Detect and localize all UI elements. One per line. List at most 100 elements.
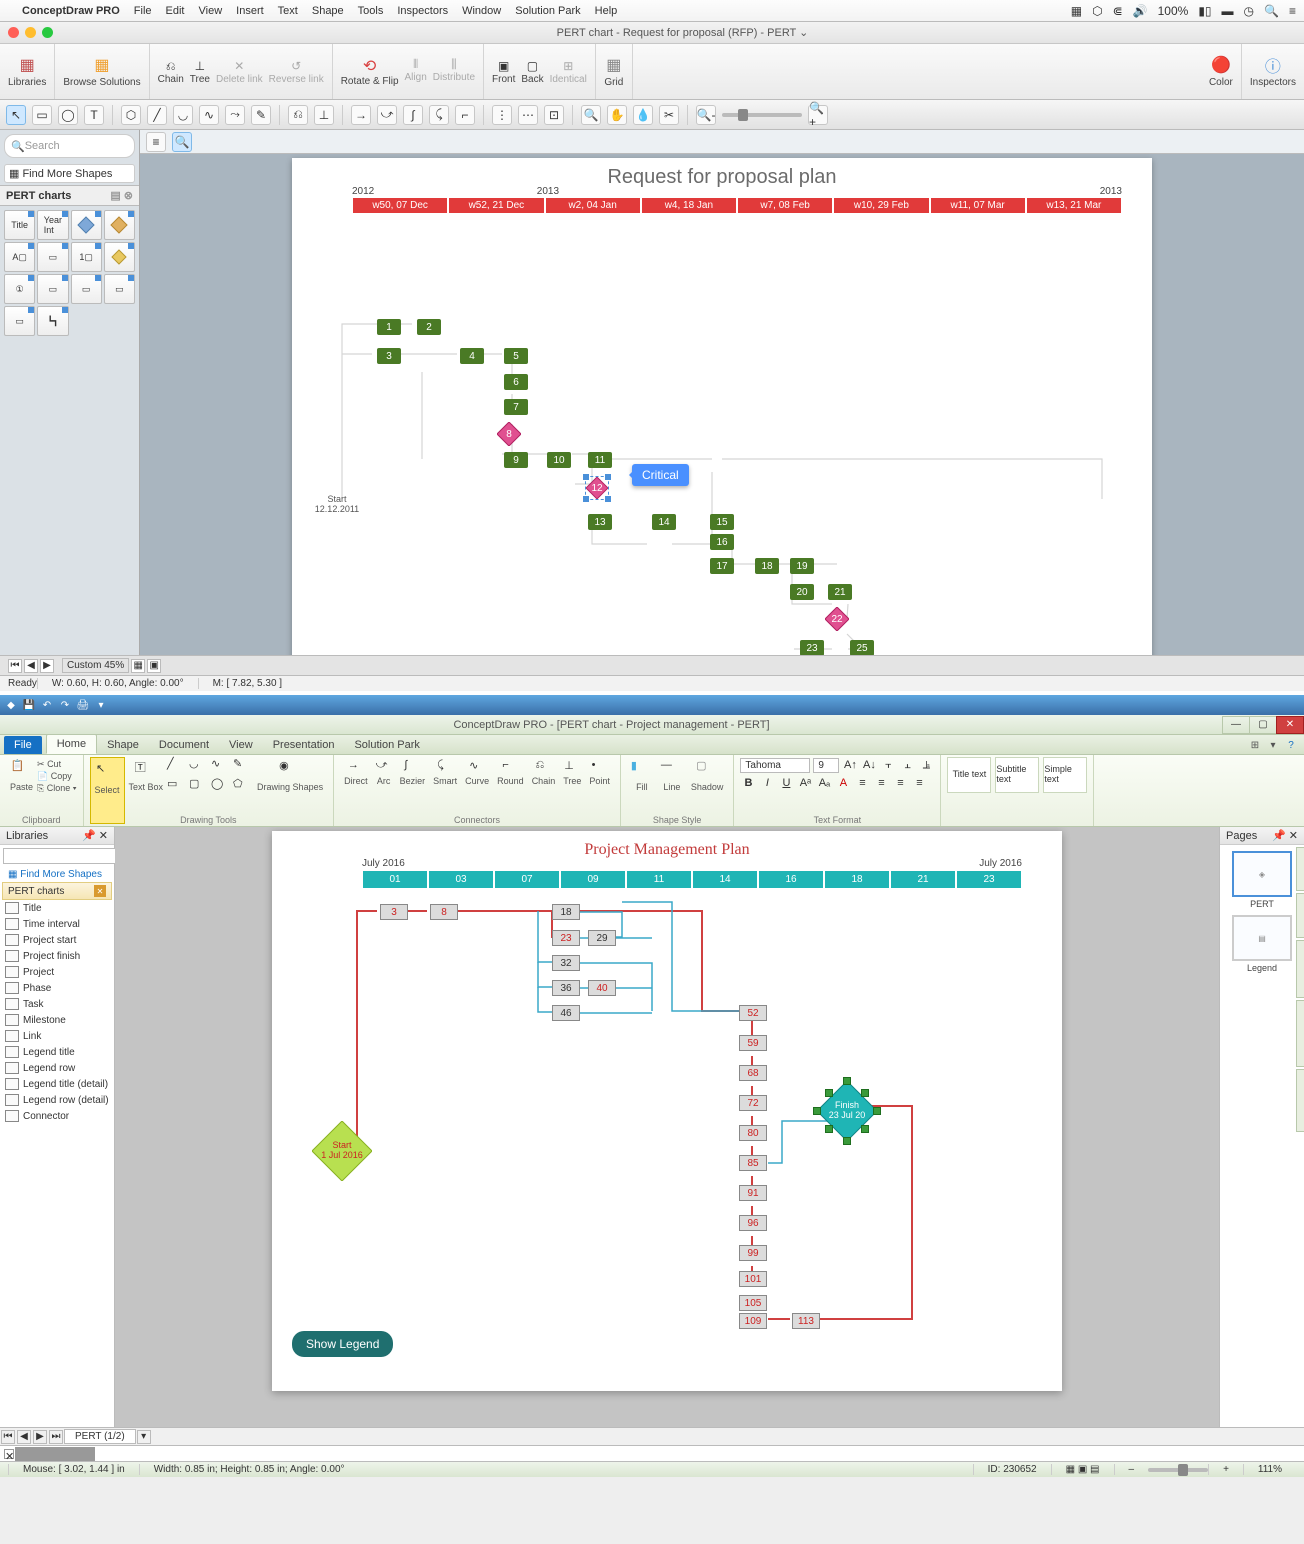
c-chain[interactable]: ⎌: [535, 759, 551, 775]
copy-button[interactable]: 📄 Copy: [37, 771, 77, 782]
side-tab-shape-style[interactable]: Shape Style: [1296, 1000, 1304, 1067]
lib-item[interactable]: Phase: [0, 980, 114, 996]
tab-first[interactable]: ⏮: [1, 1430, 15, 1444]
title-text-btn[interactable]: Title text: [947, 757, 991, 793]
view-list[interactable]: ≡: [146, 132, 166, 152]
page-thumb-pert[interactable]: ◈: [1232, 851, 1292, 897]
node-4[interactable]: 4: [460, 348, 484, 364]
menu-file[interactable]: File: [134, 5, 152, 17]
dropbox-icon[interactable]: ⬡: [1092, 4, 1102, 18]
pm-59[interactable]: 59: [739, 1035, 767, 1051]
spotlight-icon[interactable]: ▦: [1071, 4, 1082, 18]
c-tree[interactable]: ⊥: [564, 759, 580, 775]
pm-36[interactable]: 36: [552, 980, 580, 996]
maximize-button[interactable]: ▢: [1249, 716, 1277, 734]
shape-start[interactable]: [71, 210, 102, 240]
canvas2[interactable]: Project Management Plan July 2016 July 2…: [115, 827, 1219, 1427]
pm-85[interactable]: 85: [739, 1155, 767, 1171]
minimize-button[interactable]: —: [1222, 716, 1250, 734]
conn-direct[interactable]: →: [351, 105, 371, 125]
inspectors-icon[interactable]: ⓘ: [1263, 55, 1283, 75]
pm-101[interactable]: 101: [739, 1271, 767, 1287]
shadow-icon[interactable]: ▢: [696, 759, 718, 781]
zoom-mode[interactable]: Custom 45%: [62, 658, 129, 673]
node-5[interactable]: 5: [504, 348, 528, 364]
pm-109[interactable]: 109: [739, 1313, 767, 1329]
side-tab-behaviour[interactable]: Behaviour: [1296, 940, 1304, 999]
pm-105[interactable]: 105: [739, 1295, 767, 1311]
c-point[interactable]: •: [592, 759, 608, 775]
zoom-in[interactable]: 🔍+: [808, 105, 828, 125]
tree-tool[interactable]: ⊥: [314, 105, 334, 125]
t-poly[interactable]: ⬠: [233, 777, 249, 793]
shape-year[interactable]: YearInt: [37, 210, 68, 240]
menu-tools[interactable]: Tools: [358, 5, 384, 17]
help-icon[interactable]: ?: [1284, 738, 1298, 752]
canvas-area[interactable]: ≡ 🔍 Request for proposal plan 2012 2013 …: [140, 130, 1304, 655]
node-7[interactable]: 7: [504, 399, 528, 415]
rect-tool[interactable]: ▭: [32, 105, 52, 125]
menu-edit[interactable]: Edit: [166, 5, 185, 17]
freehand-tool[interactable]: ✎: [251, 105, 271, 125]
ellipse-tool[interactable]: ◯: [58, 105, 78, 125]
shape-phase[interactable]: ▭: [37, 242, 68, 272]
start2-node[interactable]: Start1 Jul 2016: [312, 1121, 372, 1181]
wifi-icon[interactable]: ⋐: [1113, 4, 1123, 18]
node-9[interactable]: 9: [504, 452, 528, 468]
arc-tool[interactable]: ◡: [173, 105, 193, 125]
pm-52[interactable]: 52: [739, 1005, 767, 1021]
menu-window[interactable]: Window: [462, 5, 501, 17]
pm-3[interactable]: 3: [380, 904, 408, 920]
bold[interactable]: B: [740, 775, 756, 791]
node-21[interactable]: 21: [828, 584, 852, 600]
menu-insert[interactable]: Insert: [236, 5, 264, 17]
libraries-icon[interactable]: ▦: [17, 55, 37, 75]
finish-node[interactable]: Finish29.03.2012: [880, 479, 940, 539]
clone-button[interactable]: ⎘ Clone ▾: [37, 783, 77, 794]
find-more-shapes[interactable]: ▦ Find More Shapes: [3, 868, 111, 881]
node-1[interactable]: 1: [377, 319, 401, 335]
lib-item[interactable]: Time interval: [0, 916, 114, 932]
node-12-selected[interactable]: 12: [585, 476, 609, 500]
explode-icon[interactable]: ⊞: [1248, 738, 1262, 752]
c-round[interactable]: ⌐: [502, 759, 518, 775]
shape-leg1[interactable]: ▭: [37, 274, 68, 304]
menu-shape[interactable]: Shape: [312, 5, 344, 17]
shape-finish[interactable]: [104, 210, 135, 240]
view-buttons[interactable]: ▦ ▣ ▤: [1051, 1464, 1114, 1475]
lib-item[interactable]: Project start: [0, 932, 114, 948]
simple-text-btn[interactable]: Simple text: [1043, 757, 1087, 793]
page-opt2[interactable]: ▣: [147, 659, 161, 673]
page-first[interactable]: ⏮: [8, 659, 22, 673]
connector-tool[interactable]: ⤳: [225, 105, 245, 125]
lib-item[interactable]: Legend title: [0, 1044, 114, 1060]
view-find[interactable]: 🔍: [172, 132, 192, 152]
node-23[interactable]: 23: [800, 640, 824, 655]
node-22[interactable]: 22: [825, 607, 849, 631]
flag-icon[interactable]: ▬: [1222, 4, 1234, 18]
tab-solution-park[interactable]: Solution Park: [344, 736, 429, 754]
node-3[interactable]: 3: [377, 348, 401, 364]
line-icon[interactable]: —: [661, 759, 683, 781]
node-10[interactable]: 10: [547, 452, 571, 468]
pm-99[interactable]: 99: [739, 1245, 767, 1261]
tab-last[interactable]: ⏭: [49, 1430, 63, 1444]
node-15[interactable]: 15: [710, 514, 734, 530]
volume-icon[interactable]: 🔊: [1133, 4, 1148, 18]
t-arc[interactable]: ◡: [189, 757, 205, 773]
chain-tool[interactable]: ⎌: [288, 105, 308, 125]
subtitle-text-btn[interactable]: Subtitle text: [995, 757, 1039, 793]
shrink-font[interactable]: A↓: [861, 757, 877, 773]
font-combo[interactable]: Tahoma: [740, 758, 810, 773]
grow-font[interactable]: A↑: [842, 757, 858, 773]
zoom-in-tool[interactable]: 🔍: [581, 105, 601, 125]
minimize-button[interactable]: [25, 27, 36, 38]
lib-item[interactable]: Legend row: [0, 1060, 114, 1076]
zoom-out[interactable]: 🔍-: [696, 105, 716, 125]
page-canvas[interactable]: Request for proposal plan 2012 2013 2013…: [292, 158, 1152, 655]
text-tool[interactable]: T: [84, 105, 104, 125]
tab-prev[interactable]: ◀: [17, 1430, 31, 1444]
qa-undo[interactable]: ↶: [40, 698, 54, 712]
start-node[interactable]: Start12.12.2011: [307, 479, 367, 539]
file-tab[interactable]: File: [4, 736, 42, 754]
